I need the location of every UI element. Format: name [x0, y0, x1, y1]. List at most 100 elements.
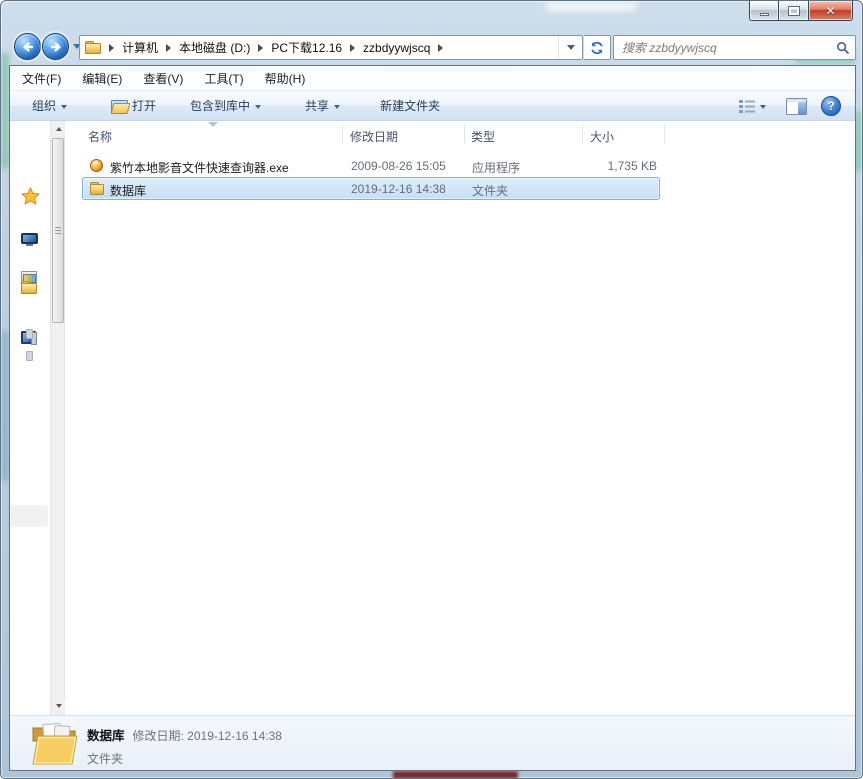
details-modified-date: 修改日期: 2019-12-16 14:38	[132, 729, 282, 743]
include-in-library-button[interactable]: 包含到库中	[184, 94, 267, 117]
file-row-exe[interactable]: 紫竹本地影音文件快速查询器.exe 2009-08-26 15:05 应用程序 …	[82, 154, 660, 177]
scrollbar-grip-icon	[55, 227, 61, 235]
organize-label: 组织	[32, 99, 57, 113]
address-dropdown-button[interactable]	[558, 36, 582, 59]
chevron-down-icon	[61, 104, 68, 109]
search-box	[613, 35, 856, 60]
views-icon	[739, 100, 755, 113]
organize-button[interactable]: 组织	[26, 94, 73, 117]
back-button[interactable]	[14, 33, 41, 60]
new-folder-button[interactable]: 新建文件夹	[374, 94, 446, 117]
back-icon	[22, 41, 33, 52]
breadcrumb-separator-icon	[166, 43, 172, 52]
explorer-window: ✕ 计算机 本地磁盘 (D:) PC下载12.16 zzbdyywjscq 搜索…	[0, 0, 863, 779]
toolbar-right-group: ?	[732, 91, 841, 121]
address-folder-icon	[85, 41, 101, 54]
scrollbar-thumb[interactable]	[52, 138, 64, 323]
help-button[interactable]: ?	[821, 96, 841, 116]
breadcrumb-computer[interactable]: 计算机	[122, 39, 158, 56]
file-row-database-folder[interactable]: 数据库 2019-12-16 14:38 文件夹	[82, 177, 660, 200]
search-icon[interactable]	[831, 41, 855, 55]
include-in-library-label: 包含到库中	[190, 99, 251, 113]
menu-edit[interactable]: 编辑(E)	[82, 70, 122, 87]
refresh-icon	[591, 41, 603, 54]
column-header-name[interactable]: 名称	[88, 128, 112, 145]
chevron-down-icon	[55, 704, 62, 708]
help-icon: ?	[827, 99, 835, 113]
breadcrumb-zzbdyywjscq[interactable]: zzbdyywjscq	[363, 41, 430, 55]
window-controls: ✕	[749, 1, 853, 21]
sidebar-item-partial[interactable]	[26, 351, 33, 361]
chevron-down-icon	[334, 104, 341, 109]
breadcrumb-drive-d[interactable]: 本地磁盘 (D:)	[179, 39, 250, 56]
sidebar-item-documents[interactable]	[21, 281, 37, 294]
glass-tint-left-lower	[2, 331, 8, 481]
favorites-star-icon	[20, 186, 41, 205]
forward-icon	[50, 41, 61, 52]
menu-help[interactable]: 帮助(H)	[265, 70, 306, 87]
column-header-size[interactable]: 大小	[590, 128, 614, 145]
close-button[interactable]: ✕	[809, 1, 853, 21]
maximize-icon	[787, 5, 800, 16]
column-header-type[interactable]: 类型	[471, 128, 495, 145]
navigation-pane	[10, 121, 50, 717]
client-area: 文件(F) 编辑(E) 查看(V) 工具(T) 帮助(H) 组织 打开 包含到库…	[9, 65, 856, 771]
file-size: 1,735 KB	[607, 159, 657, 173]
file-name[interactable]: 数据库	[110, 182, 146, 199]
scroll-down-button[interactable]	[52, 699, 65, 713]
menu-file[interactable]: 文件(F)	[22, 70, 61, 87]
chevron-up-icon	[55, 127, 62, 131]
close-icon: ✕	[825, 3, 836, 18]
scroll-up-button[interactable]	[52, 122, 65, 136]
application-icon	[90, 159, 103, 172]
details-text: 数据库 修改日期: 2019-12-16 14:38 文件夹	[87, 725, 282, 767]
navigation-bar: 计算机 本地磁盘 (D:) PC下载12.16 zzbdyywjscq	[9, 29, 856, 65]
sidebar-item-partial[interactable]	[26, 329, 33, 339]
file-date: 2019-12-16 14:38	[351, 182, 446, 196]
menu-bar: 文件(F) 编辑(E) 查看(V) 工具(T) 帮助(H)	[10, 66, 855, 91]
sidebar-item-desktop[interactable]	[21, 233, 38, 246]
large-folder-icon	[32, 722, 78, 765]
file-type: 文件夹	[472, 184, 509, 198]
column-separator[interactable]	[582, 124, 583, 144]
sort-indicator-icon	[208, 122, 218, 127]
glass-tint-title	[546, 2, 636, 11]
maximize-button[interactable]	[779, 1, 809, 21]
open-button[interactable]: 打开	[105, 94, 162, 117]
column-separator[interactable]	[342, 124, 343, 144]
command-toolbar: 组织 打开 包含到库中 共享 新建文件夹 ?	[10, 91, 855, 121]
breadcrumb-pc-download[interactable]: PC下载12.16	[271, 39, 342, 56]
column-header-date[interactable]: 修改日期	[350, 128, 398, 145]
change-view-button[interactable]	[732, 96, 772, 116]
menu-view[interactable]: 查看(V)	[143, 70, 183, 87]
refresh-button[interactable]	[584, 35, 611, 60]
main-area: 名称 修改日期 类型 大小 紫竹本地影音文件快速查询器.exe 2009-08-…	[10, 121, 855, 717]
column-header-row: 名称 修改日期 类型 大小	[65, 121, 855, 148]
column-separator[interactable]	[664, 124, 665, 144]
chevron-down-icon	[760, 105, 766, 109]
address-bar[interactable]: 计算机 本地磁盘 (D:) PC下载12.16 zzbdyywjscq	[79, 35, 583, 60]
open-label: 打开	[132, 99, 157, 113]
breadcrumb-separator-icon	[109, 43, 114, 52]
search-input[interactable]	[614, 36, 831, 59]
forward-button[interactable]	[42, 33, 69, 60]
sidebar-item-favorites[interactable]	[20, 186, 41, 208]
glass-tint-bottom	[393, 771, 518, 778]
column-separator[interactable]	[464, 124, 465, 144]
details-item-name: 数据库	[87, 729, 125, 743]
folder-icon	[90, 182, 104, 195]
chevron-down-icon	[566, 45, 575, 50]
file-name[interactable]: 紫竹本地影音文件快速查询器.exe	[110, 159, 289, 176]
sidebar-scrollbar[interactable]	[50, 121, 65, 717]
details-pane: 数据库 修改日期: 2019-12-16 14:38 文件夹	[10, 715, 855, 770]
sidebar-highlight	[11, 505, 48, 527]
preview-pane-button[interactable]	[786, 97, 807, 115]
open-folder-icon	[111, 99, 129, 113]
breadcrumb-separator-icon	[258, 43, 264, 52]
minimize-button[interactable]	[749, 1, 779, 21]
menu-tools[interactable]: 工具(T)	[204, 70, 243, 87]
file-list: 名称 修改日期 类型 大小 紫竹本地影音文件快速查询器.exe 2009-08-…	[65, 121, 855, 717]
chevron-down-icon	[255, 104, 262, 109]
breadcrumb-separator-icon	[438, 43, 444, 52]
share-button[interactable]: 共享	[299, 94, 346, 117]
